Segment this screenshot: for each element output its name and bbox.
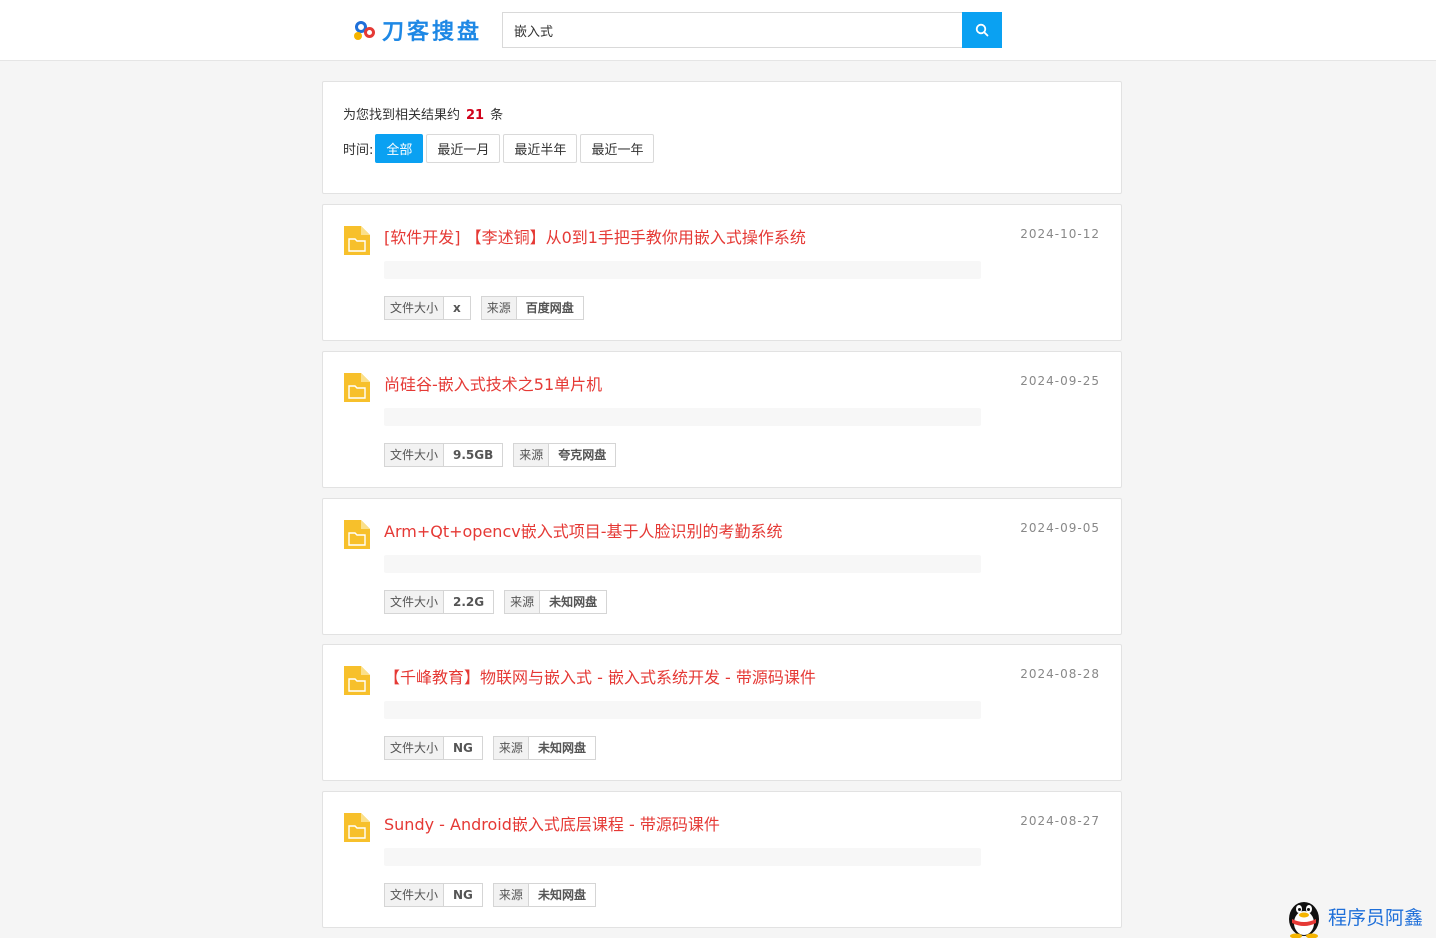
source-tag: 来源 百度网盘	[480, 296, 584, 320]
result-tags: 文件大小 2.2G 来源 未知网盘	[384, 590, 617, 614]
file-size-tag: 文件大小 NG	[384, 883, 483, 907]
file-size-tag: 文件大小 2.2G	[384, 590, 495, 614]
file-size-value: 9.5GB	[444, 444, 503, 466]
source-value: 夸克网盘	[549, 444, 616, 466]
result-summary-panel: 为您找到相关结果约 21 条 时间: 全部 最近一月 最近半年 最近一年	[322, 81, 1122, 194]
source-label: 来源	[493, 884, 529, 906]
folder-icon	[344, 813, 370, 842]
folder-icon	[344, 226, 370, 255]
result-tags: 文件大小 x 来源 百度网盘	[384, 296, 594, 320]
top-header: 刀客搜盘	[0, 0, 1436, 61]
source-value: 未知网盘	[540, 591, 607, 613]
result-date: 2024-09-05	[1020, 521, 1100, 535]
file-size-label: 文件大小	[385, 297, 445, 319]
result-card: 【千峰教育】物联网与嵌入式 - 嵌入式系统开发 - 带源码课件 2024-08-…	[322, 644, 1122, 781]
result-title-link[interactable]: Arm+Qt+opencv嵌入式项目-基于人脸识别的考勤系统	[384, 518, 782, 542]
result-card: 尚硅谷-嵌入式技术之51单片机 2024-09-25 文件大小 9.5GB 来源夸…	[322, 351, 1122, 488]
result-tags: 文件大小 9.5GB 来源 夸克网盘	[384, 443, 626, 467]
result-date: 2024-08-27	[1020, 814, 1100, 828]
source-value: 百度网盘	[516, 297, 583, 319]
source-label: 来源	[493, 737, 529, 759]
time-filter-year[interactable]: 最近一年	[580, 134, 655, 163]
result-card: Arm+Qt+opencv嵌入式项目-基于人脸识别的考勤系统 2024-09-0…	[322, 498, 1122, 635]
file-size-label: 文件大小	[385, 884, 445, 906]
result-description-placeholder	[384, 848, 981, 866]
time-filter-month[interactable]: 最近一月	[426, 134, 501, 163]
search-button[interactable]	[962, 12, 1002, 48]
time-filter-all[interactable]: 全部	[375, 134, 424, 163]
file-size-tag: 文件大小 x	[384, 296, 471, 320]
time-filter-row: 时间: 全部 最近一月 最近半年 最近一年	[343, 134, 657, 163]
file-size-value: NG	[444, 884, 482, 906]
time-filter-half-year[interactable]: 最近半年	[503, 134, 578, 163]
time-filter-label: 时间:	[343, 143, 374, 158]
site-logo[interactable]: 刀客搜盘	[352, 14, 482, 46]
file-size-label: 文件大小	[385, 591, 445, 613]
search-icon	[975, 23, 989, 37]
file-size-tag: 文件大小 9.5GB	[384, 443, 504, 467]
watermark: 程序员阿鑫	[1284, 895, 1423, 938]
result-card: [软件开发] 【李述铜】从0到1手把手教你用嵌入式操作系统 2024-10-12…	[322, 204, 1122, 341]
source-tag: 来源 未知网盘	[492, 883, 596, 907]
result-card: Sundy - Android嵌入式底层课程 - 带源码课件 2024-08-2…	[322, 791, 1122, 928]
result-date: 2024-10-12	[1020, 227, 1100, 241]
source-value: 未知网盘	[528, 884, 595, 906]
file-size-value: NG	[444, 737, 482, 759]
result-tags: 文件大小 NG 来源 未知网盘	[384, 883, 606, 907]
watermark-text: 程序员阿鑫	[1328, 907, 1424, 929]
result-count: 21	[466, 108, 485, 123]
source-label: 来源	[505, 591, 541, 613]
result-title-link[interactable]: [软件开发] 【李述铜】从0到1手把手教你用嵌入式操作系统	[384, 224, 806, 248]
result-title-link[interactable]: 尚硅谷-嵌入式技术之51单片机	[384, 371, 602, 395]
source-tag: 来源 未知网盘	[504, 590, 608, 614]
file-size-tag: 文件大小 NG	[384, 736, 483, 760]
file-size-label: 文件大小	[385, 444, 445, 466]
source-label: 来源	[481, 297, 517, 319]
logo-text: 刀客搜盘	[382, 20, 483, 45]
search-input[interactable]	[502, 12, 963, 48]
folder-icon	[344, 666, 370, 695]
result-title-link[interactable]: Sundy - Android嵌入式底层课程 - 带源码课件	[384, 811, 720, 835]
result-description-placeholder	[384, 555, 981, 573]
qq-penguin-icon	[1289, 902, 1319, 938]
result-count-prefix: 为您找到相关结果约	[343, 108, 461, 123]
folder-icon	[344, 373, 370, 402]
result-description-placeholder	[384, 701, 981, 719]
result-tags: 文件大小 NG 来源 未知网盘	[384, 736, 606, 760]
folder-icon	[344, 520, 370, 549]
file-size-value: 2.2G	[444, 591, 494, 613]
result-date: 2024-09-25	[1020, 374, 1100, 388]
result-date: 2024-08-28	[1020, 667, 1100, 681]
file-size-value: x	[444, 297, 470, 319]
source-label: 来源	[514, 444, 550, 466]
result-description-placeholder	[384, 261, 981, 279]
result-title-link[interactable]: 【千峰教育】物联网与嵌入式 - 嵌入式系统开发 - 带源码课件	[384, 664, 816, 688]
result-count-line: 为您找到相关结果约 21 条	[343, 104, 503, 123]
result-description-placeholder	[384, 408, 981, 426]
file-size-label: 文件大小	[385, 737, 445, 759]
source-tag: 来源 夸克网盘	[513, 443, 617, 467]
logo-icon	[352, 17, 378, 43]
source-tag: 来源 未知网盘	[492, 736, 596, 760]
result-count-suffix: 条	[490, 108, 504, 123]
source-value: 未知网盘	[528, 737, 595, 759]
